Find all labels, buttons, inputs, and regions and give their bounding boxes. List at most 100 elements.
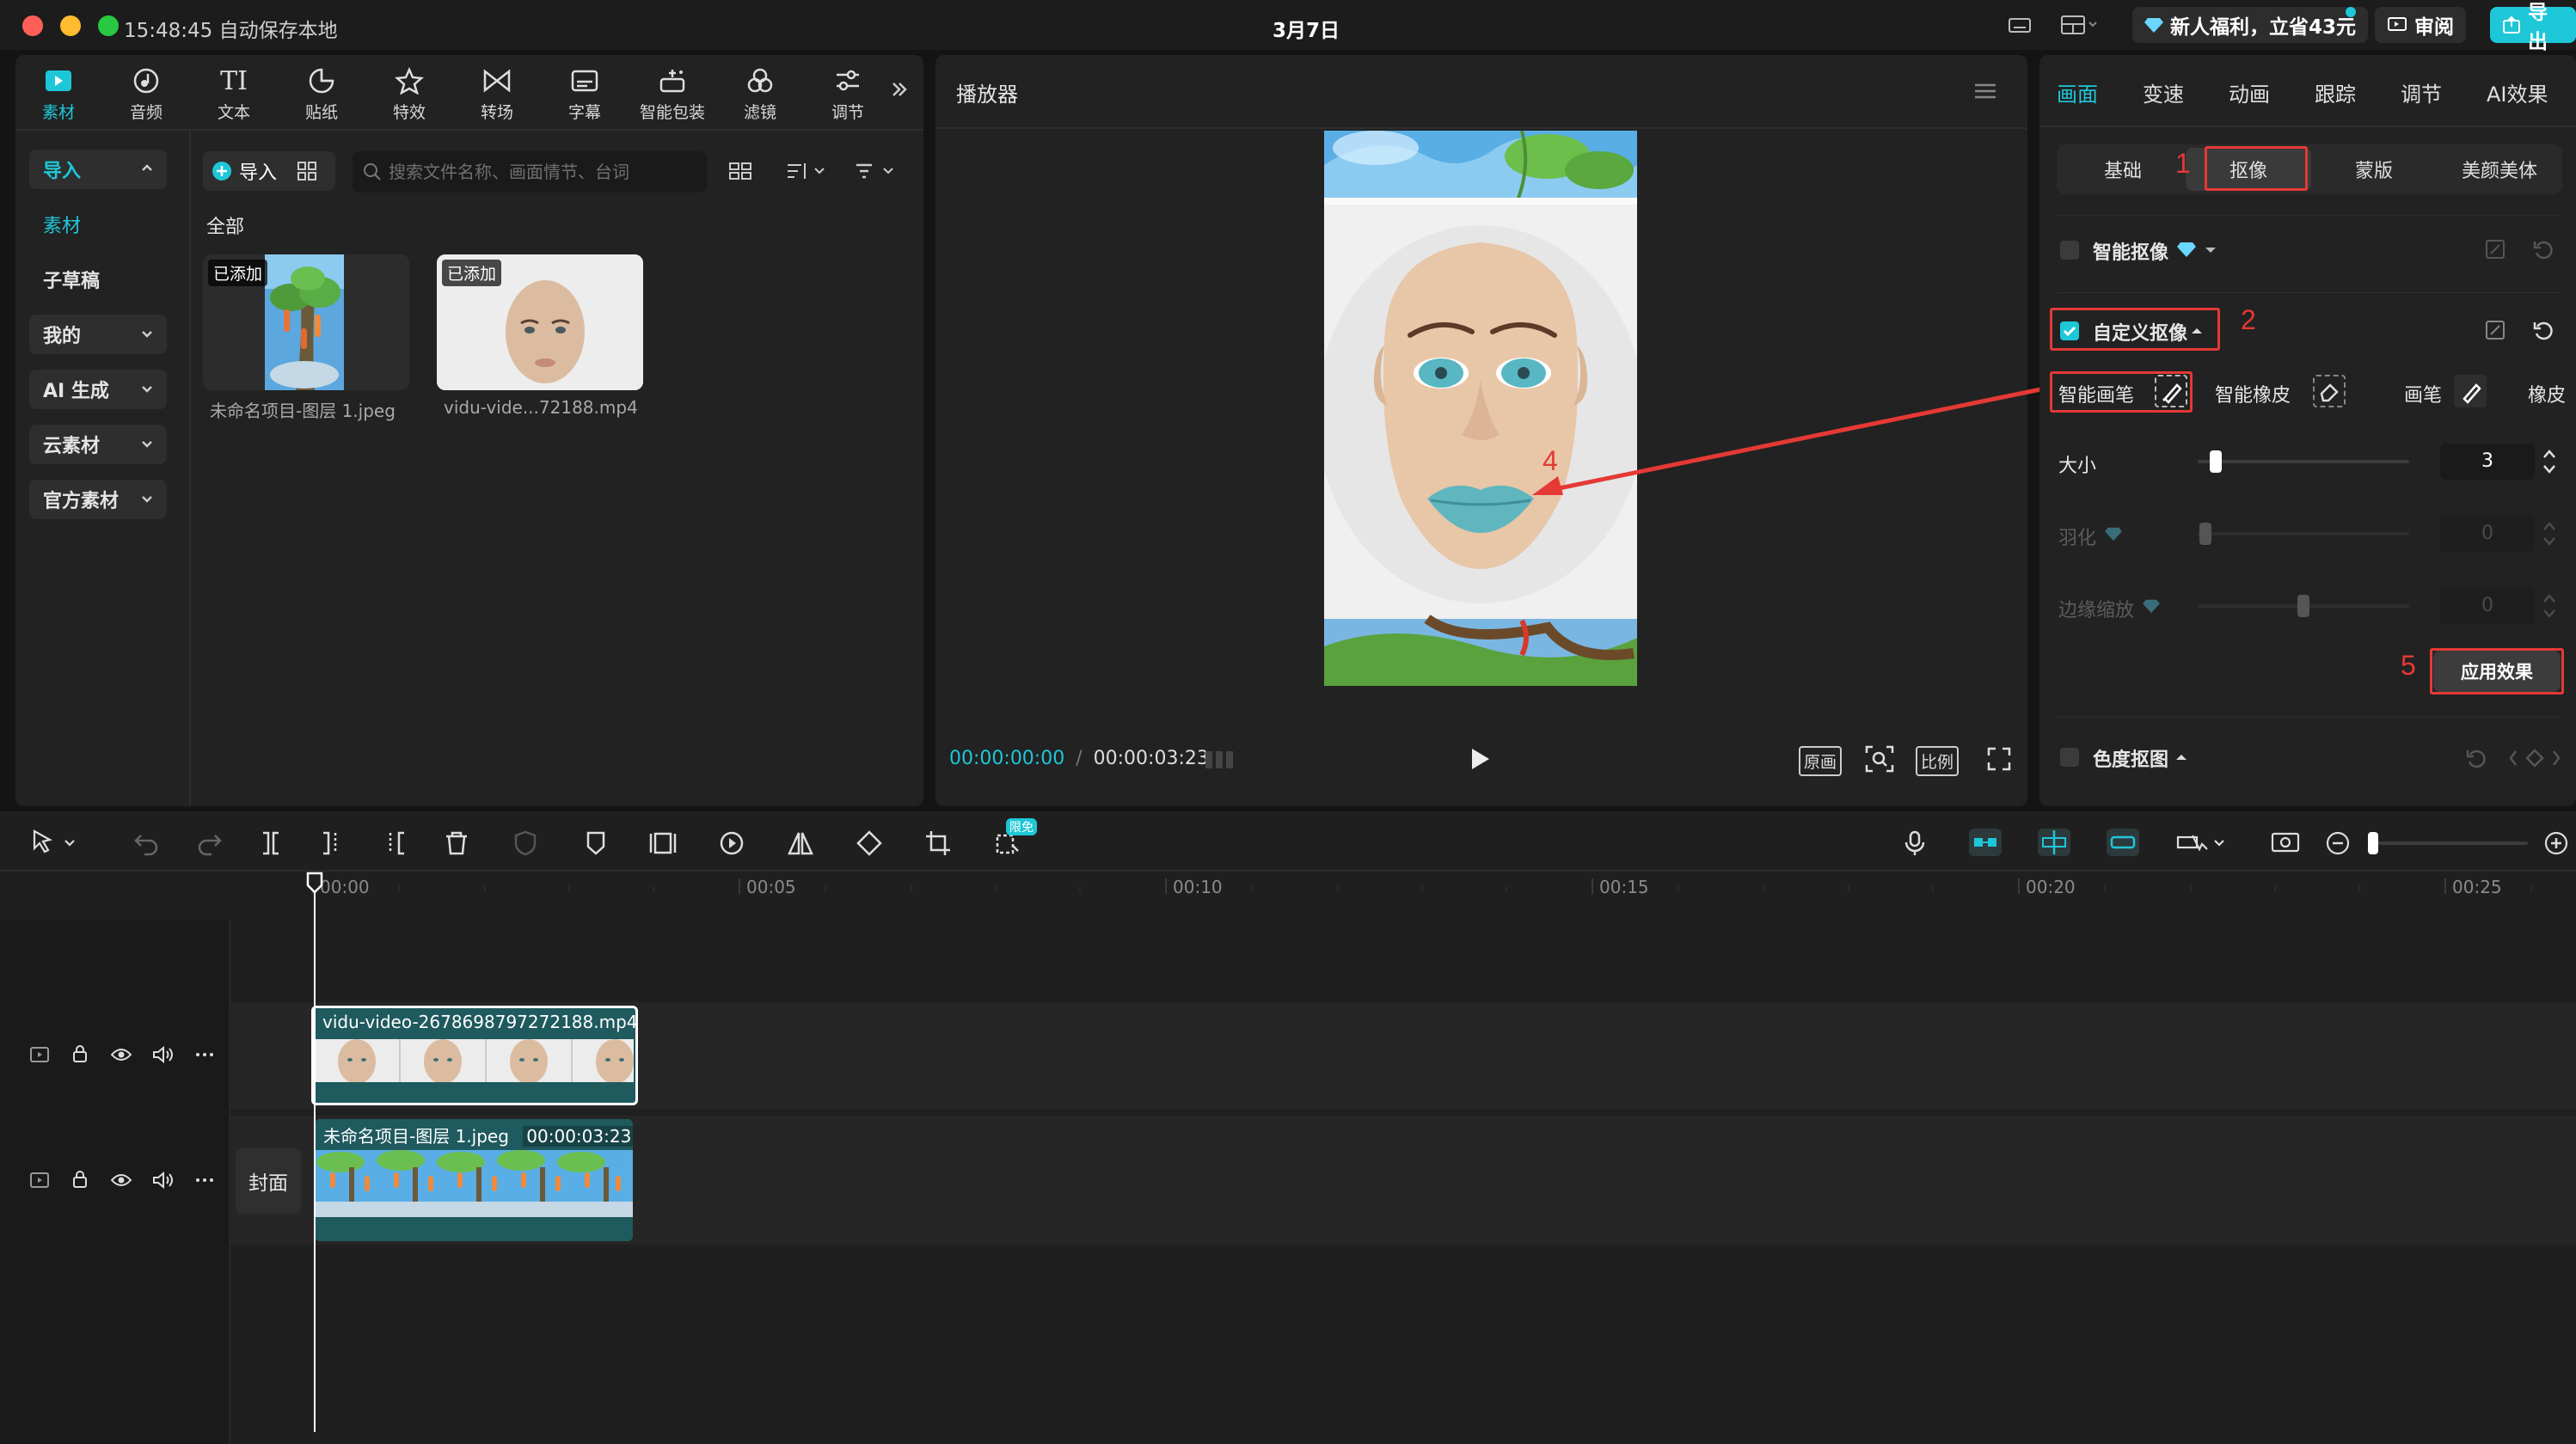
- import-button[interactable]: 导入: [203, 151, 335, 191]
- eye-icon[interactable]: [110, 1045, 132, 1064]
- filter-funnel-icon[interactable]: [853, 158, 899, 184]
- play-button[interactable]: [1469, 746, 1491, 772]
- chevron-up-icon[interactable]: [2189, 323, 2205, 339]
- tab-sticker[interactable]: 贴纸: [280, 62, 363, 127]
- track-video-icon[interactable]: [29, 1045, 50, 1064]
- tab-tracking[interactable]: 跟踪: [2315, 77, 2356, 107]
- subtab-matting[interactable]: 抠像: [2186, 148, 2311, 191]
- keyframe-icon[interactable]: [2483, 237, 2507, 261]
- split-icon[interactable]: [256, 829, 285, 858]
- original-quality-button[interactable]: 原画: [1799, 746, 1843, 776]
- nav-mine[interactable]: 我的: [29, 315, 167, 354]
- chevron-up-icon[interactable]: [2174, 750, 2189, 765]
- marker-icon[interactable]: [581, 829, 610, 858]
- freeze-frame-icon[interactable]: [648, 829, 678, 858]
- zoom-slider-knob[interactable]: [2368, 832, 2378, 854]
- shield-icon[interactable]: [511, 829, 540, 858]
- smart-brush-icon[interactable]: [2155, 375, 2187, 407]
- select-cursor-icon[interactable]: [31, 829, 83, 858]
- reverse-icon[interactable]: [717, 829, 746, 858]
- speaker-icon[interactable]: [151, 1171, 174, 1190]
- image-clip[interactable]: 未命名项目-图层 1.jpeg 00:00:03:23: [315, 1119, 633, 1241]
- nav-ai-generate[interactable]: AI 生成: [29, 370, 167, 409]
- split-right-icon[interactable]: [380, 829, 409, 858]
- zoom-fit-icon[interactable]: [2270, 829, 2301, 858]
- tab-effects[interactable]: 特效: [368, 62, 451, 127]
- zoom-slider-track[interactable]: [2368, 841, 2528, 845]
- reset-icon[interactable]: [2531, 237, 2555, 261]
- brush-label[interactable]: 画笔: [2404, 380, 2442, 407]
- eye-icon[interactable]: [110, 1171, 132, 1190]
- subtab-beauty[interactable]: 美颜美体: [2437, 148, 2562, 191]
- aspect-ratio-button[interactable]: 比例: [1916, 746, 1960, 776]
- view-toggle-icon[interactable]: [727, 158, 753, 184]
- smart-brush-label[interactable]: 智能画笔: [2058, 380, 2134, 407]
- tab-adjust[interactable]: 调节: [807, 62, 889, 127]
- zoom-in-icon[interactable]: [2542, 829, 2571, 858]
- apply-effect-button[interactable]: 应用效果: [2433, 651, 2561, 692]
- crop-icon[interactable]: [923, 829, 953, 858]
- redo-icon[interactable]: [194, 829, 224, 858]
- auto-snap-icon[interactable]: [2036, 825, 2072, 860]
- keyboard-icon[interactable]: [2007, 12, 2033, 38]
- promo-button[interactable]: 新人福利，立省43元: [2132, 7, 2369, 43]
- playhead-line[interactable]: [314, 873, 316, 1432]
- size-value-input[interactable]: 3: [2440, 444, 2535, 480]
- microphone-icon[interactable]: [1900, 829, 1929, 858]
- fullscreen-icon[interactable]: [1986, 746, 2012, 772]
- main-track-magnet-icon[interactable]: [1967, 825, 2003, 860]
- undo-icon[interactable]: [132, 829, 162, 858]
- more-tabs-icon[interactable]: [889, 79, 910, 100]
- chevron-down-icon[interactable]: [2203, 242, 2218, 258]
- media-item-video[interactable]: 已添加: [437, 254, 643, 390]
- keyframe-icon[interactable]: [2483, 318, 2507, 342]
- fit-screen-icon[interactable]: [1864, 744, 1895, 774]
- nav-import[interactable]: 导入: [29, 150, 167, 189]
- sort-icon[interactable]: [784, 158, 827, 184]
- lock-icon[interactable]: [71, 1043, 89, 1064]
- tab-media[interactable]: 素材: [17, 62, 100, 127]
- nav-official[interactable]: 官方素材: [29, 480, 167, 519]
- smart-eraser-label[interactable]: 智能橡皮: [2215, 380, 2291, 407]
- subtab-mask[interactable]: 蒙版: [2311, 148, 2437, 191]
- track-video-icon[interactable]: [29, 1171, 50, 1190]
- brush-icon[interactable]: [2454, 375, 2487, 407]
- subtab-basic[interactable]: 基础: [2060, 148, 2186, 191]
- smart-eraser-icon[interactable]: [2313, 375, 2346, 407]
- split-left-icon[interactable]: [318, 829, 347, 858]
- layout-icon[interactable]: [2060, 12, 2098, 38]
- keyframe-diamond-icon[interactable]: [2507, 746, 2562, 770]
- more-options-icon[interactable]: [194, 1045, 215, 1064]
- chroma-key-checkbox[interactable]: [2060, 748, 2079, 767]
- smart-matting-checkbox[interactable]: [2060, 241, 2079, 260]
- cover-button[interactable]: 封面: [236, 1148, 301, 1214]
- tab-speed[interactable]: 变速: [2143, 77, 2184, 107]
- close-window-button[interactable]: [22, 15, 43, 36]
- tab-filter[interactable]: 滤镜: [719, 62, 801, 127]
- preview-axis-icon[interactable]: [2175, 829, 2232, 858]
- export-button[interactable]: 导出: [2490, 2, 2576, 53]
- tab-adjust-right[interactable]: 调节: [2401, 77, 2442, 107]
- nav-cloud[interactable]: 云素材: [29, 425, 167, 464]
- size-slider-knob[interactable]: [2210, 450, 2222, 473]
- grid-icon[interactable]: [296, 160, 318, 182]
- size-stepper[interactable]: [2540, 444, 2559, 480]
- tab-transition[interactable]: 转场: [456, 62, 538, 127]
- linkage-icon[interactable]: [2105, 825, 2141, 860]
- review-button[interactable]: 审阅: [2375, 7, 2466, 43]
- size-slider-track[interactable]: [2198, 460, 2409, 463]
- speaker-icon[interactable]: [151, 1045, 174, 1064]
- tab-smart-pack[interactable]: 智能包装: [631, 62, 714, 127]
- eraser-label[interactable]: 橡皮: [2528, 380, 2566, 407]
- minimize-window-button[interactable]: [60, 15, 81, 36]
- search-input[interactable]: [389, 162, 698, 182]
- tab-picture[interactable]: 画面: [2057, 77, 2098, 107]
- delete-icon[interactable]: [442, 829, 471, 858]
- video-clip[interactable]: vidu-video-2678698797272188.mp4: [311, 1006, 638, 1105]
- waveform-icon[interactable]: [1204, 748, 1242, 772]
- playhead-handle[interactable]: [306, 872, 323, 894]
- tab-text[interactable]: TI 文本: [193, 62, 275, 127]
- tab-audio[interactable]: 音频: [105, 62, 187, 127]
- reset-icon[interactable]: [2464, 746, 2488, 770]
- tab-ai-effects[interactable]: AI效果: [2487, 77, 2548, 107]
